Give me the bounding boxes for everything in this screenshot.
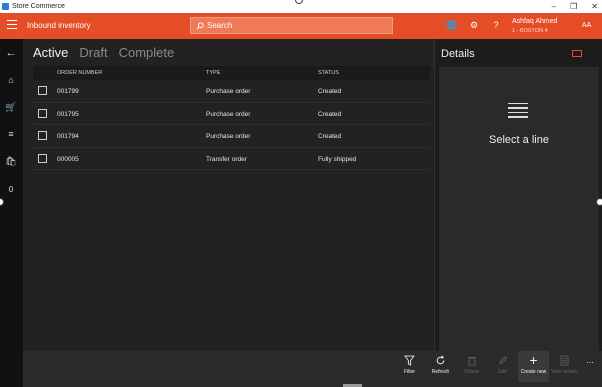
minimize-icon[interactable]: – (552, 2, 556, 11)
search-icon (196, 21, 204, 30)
filter-icon (394, 351, 425, 369)
table-row[interactable]: 001794 Purchase order Created (33, 125, 430, 148)
resize-handle-icon[interactable] (596, 198, 602, 206)
order-number: 001799 (57, 88, 79, 95)
row-checkbox[interactable] (38, 153, 47, 163)
details-pane: Details Select a line (434, 39, 602, 351)
bag-icon[interactable]: 🛍 (5, 155, 17, 167)
user-store: 1 - BOSTON 4 (512, 28, 548, 34)
order-type: Transfer order (206, 155, 247, 163)
tab-draft[interactable]: Draft (79, 45, 107, 60)
table-row[interactable]: 000005 Transfer order Fully shipped (33, 148, 430, 170)
gear-icon[interactable]: ⚙ (468, 19, 480, 31)
search-placeholder: Search (207, 21, 233, 30)
refresh-label: Refresh (431, 369, 450, 375)
collapse-pane-icon[interactable] (572, 50, 582, 57)
globe-icon[interactable]: 🌐 (446, 19, 458, 31)
row-checkbox[interactable] (38, 86, 47, 95)
order-type: Purchase order (206, 110, 251, 118)
edit-label: Edit (498, 369, 507, 375)
trash-icon (456, 351, 487, 369)
table-header: ORDER NUMBER TYPE STATUS (33, 66, 430, 80)
column-header-status[interactable]: STATUS (318, 70, 339, 76)
order-type: Purchase order (206, 133, 251, 140)
order-number: 001795 (57, 110, 79, 118)
order-status: Created (318, 133, 342, 140)
edit-button[interactable]: Edit (487, 351, 518, 382)
column-header-type[interactable]: TYPE (206, 70, 220, 76)
refresh-icon (425, 351, 456, 369)
orders-table: ORDER NUMBER TYPE STATUS 001799 Purchase… (33, 66, 430, 170)
order-status: Fully shipped (318, 155, 357, 163)
table-row[interactable]: 001799 Purchase order Created (33, 80, 430, 103)
row-checkbox[interactable] (38, 108, 47, 118)
pencil-icon (487, 351, 518, 369)
refresh-button[interactable]: Refresh (425, 351, 456, 382)
list-icon (508, 103, 528, 119)
table-row[interactable]: 001795 Purchase order Created (33, 103, 430, 125)
cart-count: 0 (8, 184, 14, 194)
help-icon[interactable]: ? (490, 19, 502, 31)
order-status: Created (318, 110, 342, 118)
app-icon (2, 3, 9, 10)
window-title: Store Commerce (12, 3, 65, 10)
plus-icon: + (529, 352, 538, 368)
back-arrow-icon[interactable]: ← (5, 47, 17, 59)
column-header-order-number[interactable]: ORDER NUMBER (57, 70, 102, 76)
app-bar: Filter Refresh Delete Edit + Create new … (23, 351, 602, 387)
delete-label: Delete (464, 369, 479, 375)
tab-complete[interactable]: Complete (119, 45, 175, 60)
app-header: Inbound inventory Search 🌐 ⚙ ? Ashfaq Ah… (0, 13, 602, 39)
delete-button[interactable]: Delete (456, 351, 487, 382)
empty-message: Select a line (489, 134, 549, 146)
order-number: 001794 (57, 133, 79, 140)
search-input[interactable]: Search (190, 17, 393, 34)
tab-active[interactable]: Active (33, 45, 68, 60)
page-title: Inbound inventory (27, 21, 91, 30)
main-panel: Active Draft Complete ORDER NUMBER TYPE … (23, 39, 434, 351)
view-details-button[interactable]: View details (549, 351, 580, 382)
tab-strip: Active Draft Complete (33, 45, 174, 60)
details-title: Details (441, 48, 475, 60)
cart-icon[interactable]: 🛒 (5, 101, 17, 113)
row-checkbox[interactable] (38, 131, 47, 140)
nav-rail: ← ⌂ 🛒 ≡ 🛍 0 (0, 39, 23, 387)
menu-lines-icon[interactable]: ≡ (5, 128, 17, 140)
order-number: 000005 (57, 155, 79, 163)
window-controls: – ❐ ✕ (552, 0, 598, 13)
maximize-icon[interactable]: ❐ (570, 2, 577, 11)
filter-label: Filter (403, 369, 416, 375)
avatar[interactable]: AA (582, 22, 591, 29)
order-status: Created (318, 88, 342, 95)
filter-button[interactable]: Filter (394, 351, 425, 382)
document-icon (549, 351, 580, 369)
more-button[interactable]: ... (580, 351, 600, 382)
details-empty-state: Select a line (439, 67, 599, 351)
create-new-label: Create new (520, 369, 547, 375)
home-icon[interactable]: ⌂ (5, 74, 17, 86)
close-icon[interactable]: ✕ (591, 2, 598, 11)
order-type: Purchase order (206, 88, 251, 95)
user-name[interactable]: Ashfaq Ahmed (512, 18, 558, 25)
more-icon: ... (586, 355, 594, 365)
hamburger-icon[interactable] (7, 20, 17, 30)
create-new-button[interactable]: + Create new (518, 351, 549, 382)
view-details-label: View details (551, 369, 578, 375)
